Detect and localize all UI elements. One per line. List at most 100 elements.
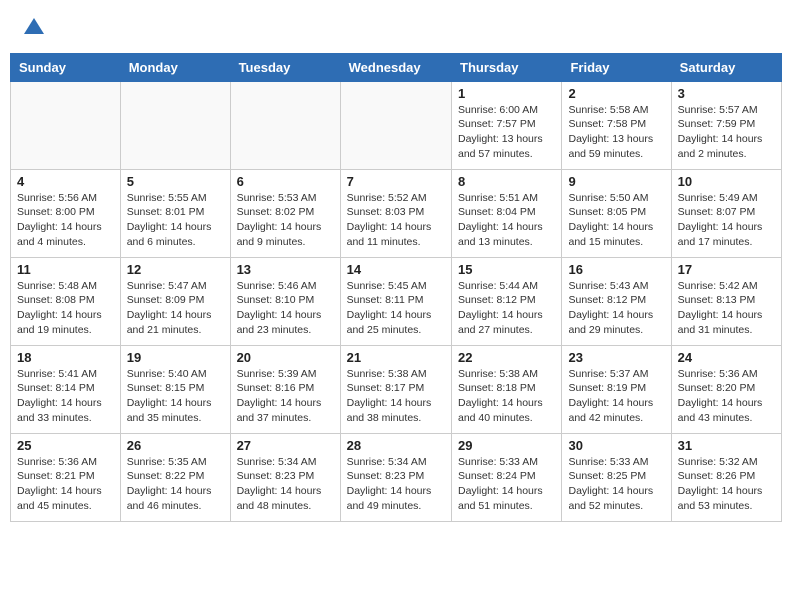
calendar-table: SundayMondayTuesdayWednesdayThursdayFrid…: [10, 53, 782, 522]
calendar-cell: 8 Sunrise: 5:51 AM Sunset: 8:04 PM Daylig…: [452, 169, 562, 257]
calendar-body: 1 Sunrise: 6:00 AM Sunset: 7:57 PM Daylig…: [11, 81, 782, 521]
day-number: 4: [17, 174, 114, 189]
calendar-cell: 10 Sunrise: 5:49 AM Sunset: 8:07 PM Dayli…: [671, 169, 781, 257]
calendar-cell: 1 Sunrise: 6:00 AM Sunset: 7:57 PM Daylig…: [452, 81, 562, 169]
day-info: Sunrise: 5:47 AM Sunset: 8:09 PM Dayligh…: [127, 279, 224, 338]
day-number: 20: [237, 350, 334, 365]
day-info: Sunrise: 5:48 AM Sunset: 8:08 PM Dayligh…: [17, 279, 114, 338]
page-header: [0, 0, 792, 53]
calendar-week-3: 11 Sunrise: 5:48 AM Sunset: 8:08 PM Dayli…: [11, 257, 782, 345]
day-number: 11: [17, 262, 114, 277]
day-info: Sunrise: 5:36 AM Sunset: 8:21 PM Dayligh…: [17, 455, 114, 514]
day-number: 24: [678, 350, 775, 365]
calendar-cell: 28 Sunrise: 5:34 AM Sunset: 8:23 PM Dayli…: [340, 433, 451, 521]
day-info: Sunrise: 5:42 AM Sunset: 8:13 PM Dayligh…: [678, 279, 775, 338]
calendar-cell: 25 Sunrise: 5:36 AM Sunset: 8:21 PM Dayli…: [11, 433, 121, 521]
calendar-cell: 2 Sunrise: 5:58 AM Sunset: 7:58 PM Daylig…: [562, 81, 671, 169]
calendar-cell: 9Sunrise: 5:50 AM Sunset: 8:05 PM Daylig…: [562, 169, 671, 257]
calendar-cell: [11, 81, 121, 169]
day-number: 16: [568, 262, 664, 277]
day-number: 19: [127, 350, 224, 365]
logo-icon: [22, 16, 46, 40]
day-info: Sunrise: 5:38 AM Sunset: 8:17 PM Dayligh…: [347, 367, 445, 426]
calendar-cell: 12 Sunrise: 5:47 AM Sunset: 8:09 PM Dayli…: [120, 257, 230, 345]
weekday-header-thursday: Thursday: [452, 53, 562, 81]
day-info: Sunrise: 5:55 AM Sunset: 8:01 PM Dayligh…: [127, 191, 224, 250]
day-number: 28: [347, 438, 445, 453]
day-number: 7: [347, 174, 445, 189]
day-number: 6: [237, 174, 334, 189]
day-number: 2: [568, 86, 664, 101]
day-number: 10: [678, 174, 775, 189]
calendar-cell: [340, 81, 451, 169]
day-info: Sunrise: 5:45 AM Sunset: 8:11 PM Dayligh…: [347, 279, 445, 338]
weekday-header-wednesday: Wednesday: [340, 53, 451, 81]
calendar-cell: 24 Sunrise: 5:36 AM Sunset: 8:20 PM Dayli…: [671, 345, 781, 433]
calendar-cell: 6 Sunrise: 5:53 AM Sunset: 8:02 PM Daylig…: [230, 169, 340, 257]
calendar-cell: 13Sunrise: 5:46 AM Sunset: 8:10 PM Dayli…: [230, 257, 340, 345]
day-number: 15: [458, 262, 555, 277]
calendar-cell: 19 Sunrise: 5:40 AM Sunset: 8:15 PM Dayli…: [120, 345, 230, 433]
calendar-cell: 4 Sunrise: 5:56 AM Sunset: 8:00 PM Daylig…: [11, 169, 121, 257]
day-info: Sunrise: 5:33 AM Sunset: 8:24 PM Dayligh…: [458, 455, 555, 514]
day-info: Sunrise: 5:58 AM Sunset: 7:58 PM Dayligh…: [568, 103, 664, 162]
calendar-cell: 5Sunrise: 5:55 AM Sunset: 8:01 PM Daylig…: [120, 169, 230, 257]
calendar-cell: 29 Sunrise: 5:33 AM Sunset: 8:24 PM Dayli…: [452, 433, 562, 521]
day-info: Sunrise: 5:52 AM Sunset: 8:03 PM Dayligh…: [347, 191, 445, 250]
day-number: 14: [347, 262, 445, 277]
day-number: 8: [458, 174, 555, 189]
day-info: Sunrise: 5:35 AM Sunset: 8:22 PM Dayligh…: [127, 455, 224, 514]
day-info: Sunrise: 5:33 AM Sunset: 8:25 PM Dayligh…: [568, 455, 664, 514]
day-info: Sunrise: 5:57 AM Sunset: 7:59 PM Dayligh…: [678, 103, 775, 162]
calendar-cell: 7 Sunrise: 5:52 AM Sunset: 8:03 PM Daylig…: [340, 169, 451, 257]
day-info: Sunrise: 6:00 AM Sunset: 7:57 PM Dayligh…: [458, 103, 555, 162]
calendar-cell: 31 Sunrise: 5:32 AM Sunset: 8:26 PM Dayli…: [671, 433, 781, 521]
day-number: 29: [458, 438, 555, 453]
day-number: 22: [458, 350, 555, 365]
weekday-header-tuesday: Tuesday: [230, 53, 340, 81]
day-number: 21: [347, 350, 445, 365]
day-info: Sunrise: 5:34 AM Sunset: 8:23 PM Dayligh…: [347, 455, 445, 514]
weekday-header-sunday: Sunday: [11, 53, 121, 81]
calendar-cell: 14 Sunrise: 5:45 AM Sunset: 8:11 PM Dayli…: [340, 257, 451, 345]
day-info: Sunrise: 5:36 AM Sunset: 8:20 PM Dayligh…: [678, 367, 775, 426]
day-number: 26: [127, 438, 224, 453]
day-info: Sunrise: 5:32 AM Sunset: 8:26 PM Dayligh…: [678, 455, 775, 514]
day-number: 1: [458, 86, 555, 101]
day-info: Sunrise: 5:38 AM Sunset: 8:18 PM Dayligh…: [458, 367, 555, 426]
day-info: Sunrise: 5:46 AM Sunset: 8:10 PM Dayligh…: [237, 279, 334, 338]
day-info: Sunrise: 5:40 AM Sunset: 8:15 PM Dayligh…: [127, 367, 224, 426]
calendar-wrapper: SundayMondayTuesdayWednesdayThursdayFrid…: [0, 53, 792, 532]
day-info: Sunrise: 5:44 AM Sunset: 8:12 PM Dayligh…: [458, 279, 555, 338]
day-number: 12: [127, 262, 224, 277]
day-info: Sunrise: 5:39 AM Sunset: 8:16 PM Dayligh…: [237, 367, 334, 426]
calendar-week-2: 4 Sunrise: 5:56 AM Sunset: 8:00 PM Daylig…: [11, 169, 782, 257]
day-info: Sunrise: 5:53 AM Sunset: 8:02 PM Dayligh…: [237, 191, 334, 250]
day-info: Sunrise: 5:34 AM Sunset: 8:23 PM Dayligh…: [237, 455, 334, 514]
calendar-cell: 15 Sunrise: 5:44 AM Sunset: 8:12 PM Dayli…: [452, 257, 562, 345]
day-info: Sunrise: 5:49 AM Sunset: 8:07 PM Dayligh…: [678, 191, 775, 250]
calendar-cell: 17Sunrise: 5:42 AM Sunset: 8:13 PM Dayli…: [671, 257, 781, 345]
calendar-cell: 30Sunrise: 5:33 AM Sunset: 8:25 PM Dayli…: [562, 433, 671, 521]
day-info: Sunrise: 5:43 AM Sunset: 8:12 PM Dayligh…: [568, 279, 664, 338]
calendar-week-5: 25 Sunrise: 5:36 AM Sunset: 8:21 PM Dayli…: [11, 433, 782, 521]
day-info: Sunrise: 5:56 AM Sunset: 8:00 PM Dayligh…: [17, 191, 114, 250]
day-number: 25: [17, 438, 114, 453]
day-number: 31: [678, 438, 775, 453]
weekday-header-monday: Monday: [120, 53, 230, 81]
day-number: 27: [237, 438, 334, 453]
calendar-cell: 23Sunrise: 5:37 AM Sunset: 8:19 PM Dayli…: [562, 345, 671, 433]
day-info: Sunrise: 5:41 AM Sunset: 8:14 PM Dayligh…: [17, 367, 114, 426]
calendar-cell: 22 Sunrise: 5:38 AM Sunset: 8:18 PM Dayli…: [452, 345, 562, 433]
calendar-cell: 27 Sunrise: 5:34 AM Sunset: 8:23 PM Dayli…: [230, 433, 340, 521]
weekday-header-saturday: Saturday: [671, 53, 781, 81]
day-info: Sunrise: 5:51 AM Sunset: 8:04 PM Dayligh…: [458, 191, 555, 250]
calendar-cell: [230, 81, 340, 169]
calendar-week-4: 18Sunrise: 5:41 AM Sunset: 8:14 PM Dayli…: [11, 345, 782, 433]
calendar-cell: 20 Sunrise: 5:39 AM Sunset: 8:16 PM Dayli…: [230, 345, 340, 433]
weekday-header-friday: Friday: [562, 53, 671, 81]
calendar-week-1: 1 Sunrise: 6:00 AM Sunset: 7:57 PM Daylig…: [11, 81, 782, 169]
day-number: 3: [678, 86, 775, 101]
calendar-cell: 11 Sunrise: 5:48 AM Sunset: 8:08 PM Dayli…: [11, 257, 121, 345]
calendar-cell: 21 Sunrise: 5:38 AM Sunset: 8:17 PM Dayli…: [340, 345, 451, 433]
